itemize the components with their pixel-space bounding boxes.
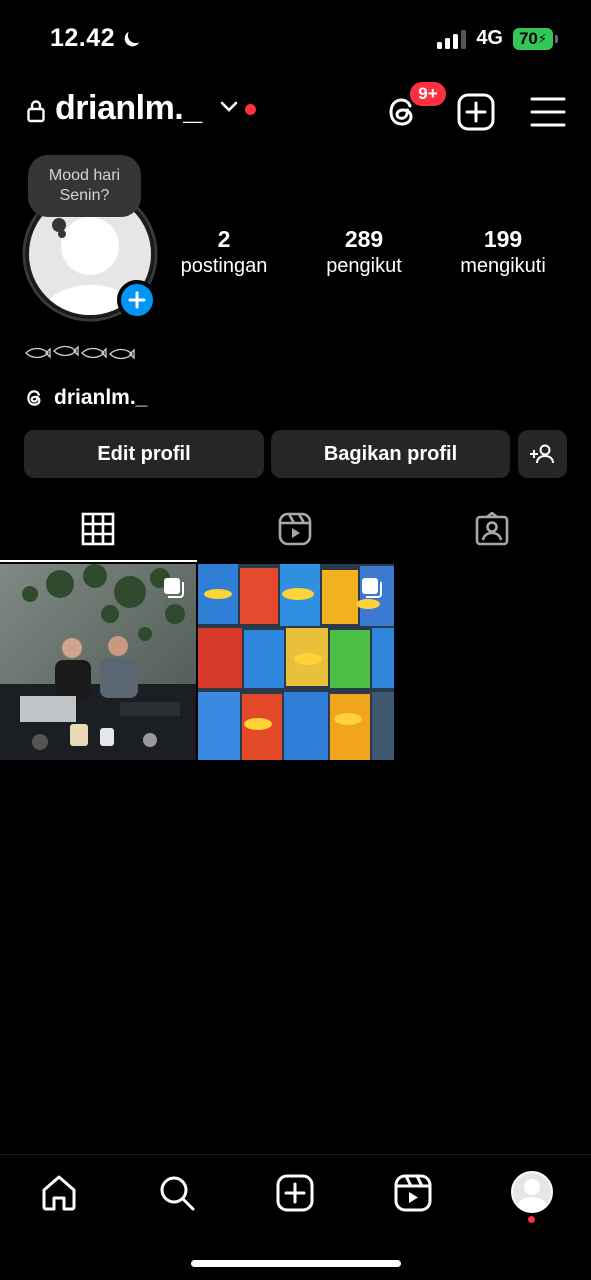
home-indicator[interactable]: [191, 1260, 401, 1267]
create-icon[interactable]: [275, 1173, 315, 1213]
post-thumbnail-2[interactable]: [198, 564, 394, 760]
following-count: 199: [483, 226, 523, 252]
battery-level: 70: [518, 28, 538, 48]
add-story-button[interactable]: [117, 280, 157, 320]
share-profile-button[interactable]: Bagikan profil: [271, 430, 510, 478]
profile-header: drianlm._ 9+: [0, 80, 591, 138]
tagged-icon[interactable]: [475, 512, 509, 546]
followers-count: 289: [344, 226, 384, 252]
followers-stat[interactable]: 289 pengikut: [310, 226, 418, 280]
profile-notification-dot: [528, 1216, 535, 1223]
threads-handle: drianlm._: [54, 386, 148, 409]
post-thumbnail-1[interactable]: [0, 564, 196, 760]
grid-icon[interactable]: [81, 512, 115, 546]
status-time: 12.42: [50, 24, 143, 53]
reels-nav-icon[interactable]: [393, 1173, 433, 1213]
note-line-2: Senin?: [59, 187, 110, 204]
menu-icon[interactable]: [529, 94, 567, 130]
profile-nav-avatar[interactable]: [511, 1171, 553, 1213]
lock-icon: [27, 100, 45, 123]
note-tail-small: [58, 230, 66, 238]
carousel-icon: [362, 578, 382, 598]
status-indicators: 4G 70 ⚡: [437, 27, 558, 50]
home-icon[interactable]: [39, 1173, 79, 1213]
notification-badge: 9+: [408, 80, 448, 108]
discover-people-button[interactable]: [518, 430, 567, 478]
search-icon[interactable]: [157, 1173, 197, 1213]
moon-icon: [124, 31, 140, 46]
active-tab-indicator: [0, 560, 197, 562]
note-bubble[interactable]: Mood hari Senin?: [28, 155, 141, 217]
time-text: 12.42: [50, 24, 116, 52]
bio-fish-doodle: [25, 345, 135, 360]
threads-profile-link[interactable]: drianlm._: [24, 386, 147, 410]
edit-profile-button[interactable]: Edit profil: [24, 430, 264, 478]
note-line-1: Mood hari: [48, 167, 121, 184]
following-stat[interactable]: 199 mengikuti: [448, 226, 558, 280]
posts-count: 2: [217, 226, 231, 252]
chevron-down-icon[interactable]: [220, 100, 238, 114]
following-label: mengikuti: [460, 255, 546, 277]
create-post-icon[interactable]: [456, 92, 496, 132]
followers-label: pengikut: [326, 255, 402, 277]
add-person-icon: [529, 444, 554, 464]
reels-icon[interactable]: [278, 512, 312, 546]
username-switcher[interactable]: drianlm._: [55, 89, 202, 128]
signal-icon: [437, 29, 467, 49]
unread-dot: [245, 104, 256, 115]
plus-icon: [128, 291, 146, 309]
threads-icon: [27, 390, 41, 406]
battery-icon: 70 ⚡: [513, 27, 558, 50]
network-label: 4G: [476, 27, 503, 49]
posts-stat[interactable]: 2 postingan: [170, 226, 278, 280]
carousel-icon: [164, 578, 184, 598]
posts-label: postingan: [180, 255, 268, 277]
